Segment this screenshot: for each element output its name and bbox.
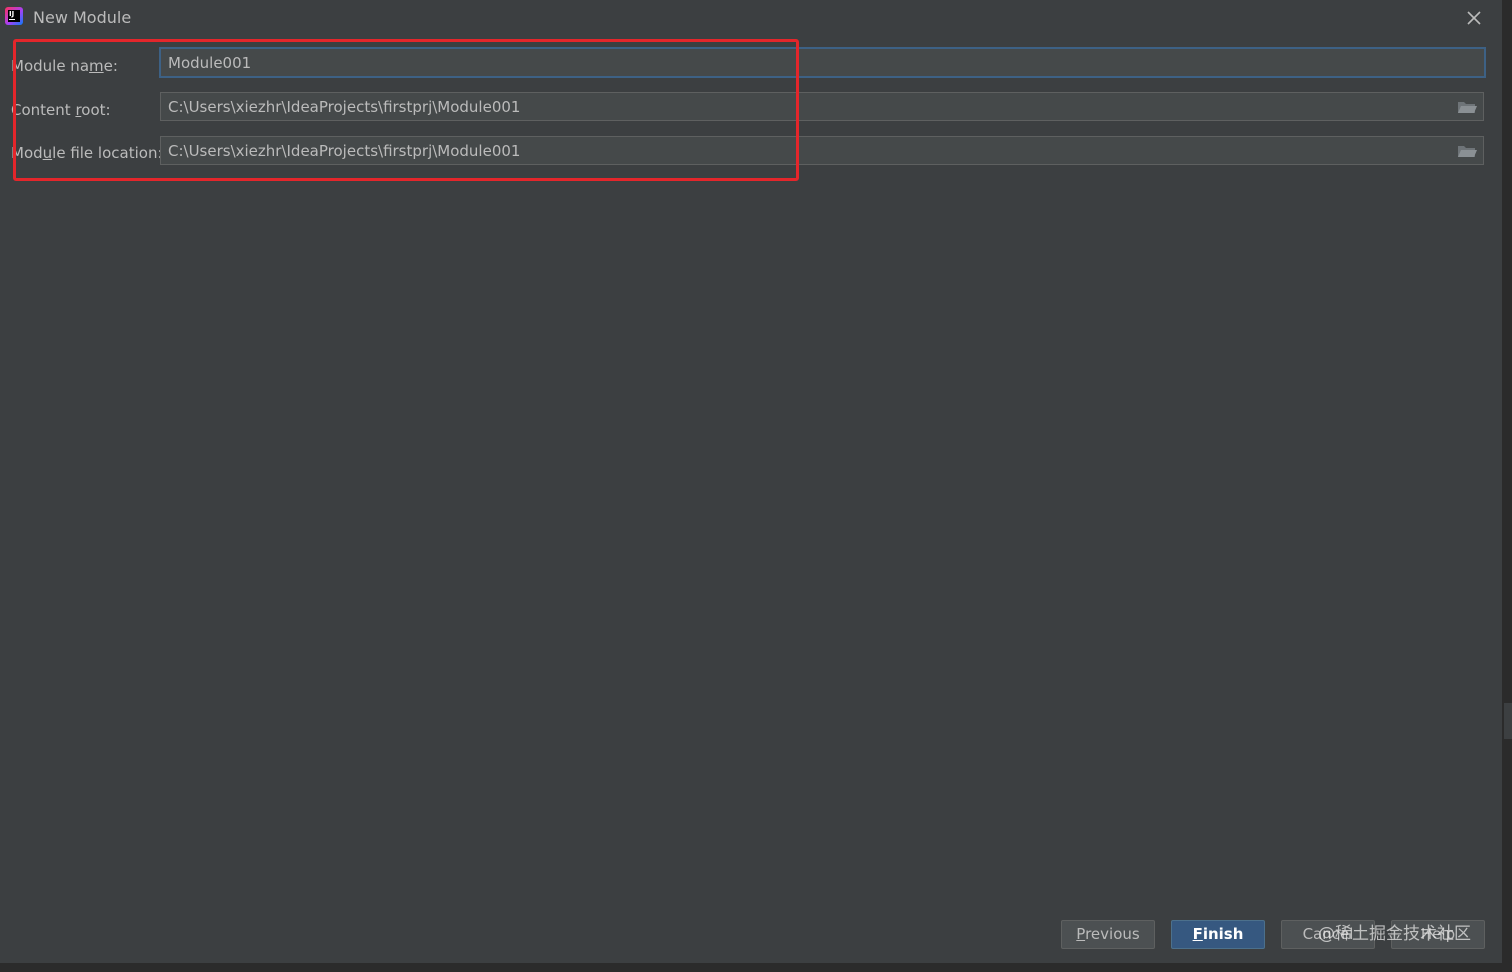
close-button[interactable] — [1462, 6, 1486, 30]
scroll-marker — [1504, 703, 1512, 739]
help-button[interactable]: Help — [1391, 920, 1485, 949]
module-name-label: Module name: — [11, 57, 118, 75]
content-root-field[interactable] — [160, 92, 1484, 121]
content-root-label: Content root: — [11, 101, 111, 119]
previous-button[interactable]: Previous — [1061, 920, 1155, 949]
folder-icon — [1458, 102, 1477, 113]
window-edge — [1502, 0, 1512, 972]
folder-icon — [1458, 146, 1477, 157]
content-root-input[interactable] — [168, 93, 1438, 120]
module-file-location-field[interactable] — [160, 136, 1484, 165]
module-name-field[interactable] — [159, 47, 1486, 78]
close-icon — [1467, 11, 1481, 25]
content-root-browse-button[interactable] — [1457, 99, 1477, 115]
finish-button[interactable]: Finish — [1171, 920, 1265, 949]
new-module-dialog: IJ New Module Module name: Content root:… — [0, 0, 1512, 972]
cancel-button[interactable]: Cancel — [1281, 920, 1375, 949]
window-bottom-edge — [0, 963, 1512, 972]
title-bar: IJ New Module — [0, 0, 1500, 36]
module-name-input[interactable] — [168, 49, 1438, 76]
window-title: New Module — [33, 8, 132, 27]
module-file-location-browse-button[interactable] — [1457, 143, 1477, 159]
intellij-idea-icon: IJ — [5, 7, 23, 25]
module-file-location-label: Module file location: — [11, 144, 163, 162]
module-file-location-input[interactable] — [168, 137, 1438, 164]
